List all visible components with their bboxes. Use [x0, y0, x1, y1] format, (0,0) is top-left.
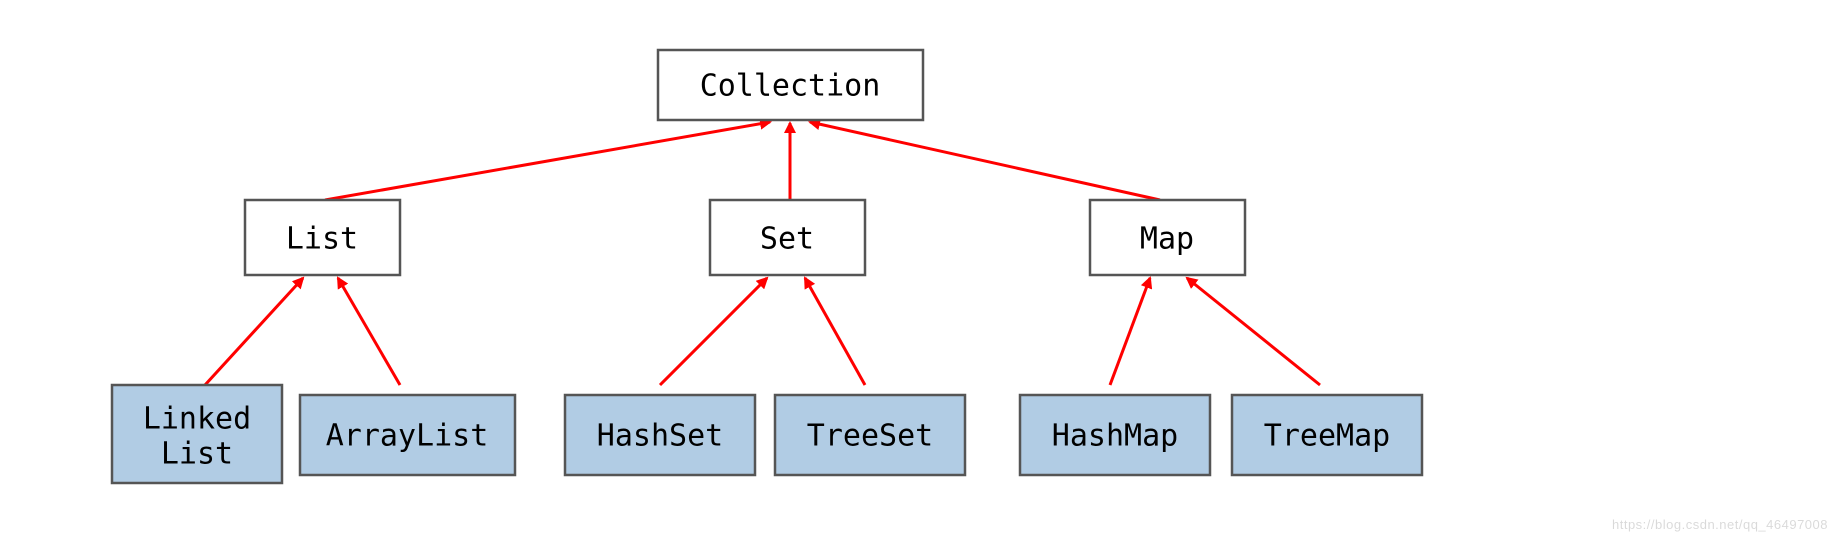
- node-hashmap: HashMap: [1020, 395, 1210, 475]
- collection-hierarchy-diagram: Collection List Set Map Linked List Arra…: [0, 0, 1834, 536]
- node-collection: Collection: [658, 50, 923, 120]
- node-arraylist: ArrayList: [300, 395, 515, 475]
- label-arraylist: ArrayList: [326, 419, 489, 454]
- node-map: Map: [1090, 200, 1245, 275]
- node-treemap: TreeMap: [1232, 395, 1422, 475]
- label-treemap: TreeMap: [1264, 419, 1390, 454]
- edge-arraylist-to-list: [338, 278, 400, 385]
- label-map: Map: [1140, 222, 1194, 257]
- label-treeset: TreeSet: [807, 419, 933, 454]
- edge-list-to-collection: [325, 122, 770, 200]
- node-treeset: TreeSet: [775, 395, 965, 475]
- node-set: Set: [710, 200, 865, 275]
- label-hashmap: HashMap: [1052, 419, 1178, 454]
- edge-hashmap-to-map: [1110, 278, 1150, 385]
- edge-hashset-to-set: [660, 278, 767, 385]
- label-hashset: HashSet: [597, 419, 723, 454]
- label-set: Set: [760, 222, 814, 257]
- label-linkedlist-line1: Linked: [143, 402, 251, 437]
- node-hashset: HashSet: [565, 395, 755, 475]
- node-list: List: [245, 200, 400, 275]
- label-linkedlist-line2: List: [161, 437, 233, 472]
- edge-map-to-collection: [810, 122, 1160, 200]
- edge-linkedlist-to-list: [205, 278, 303, 385]
- label-collection: Collection: [700, 69, 881, 104]
- edge-treemap-to-map: [1187, 278, 1320, 385]
- node-linkedlist: Linked List: [112, 385, 282, 483]
- edge-treeset-to-set: [805, 278, 865, 385]
- label-list: List: [286, 222, 358, 257]
